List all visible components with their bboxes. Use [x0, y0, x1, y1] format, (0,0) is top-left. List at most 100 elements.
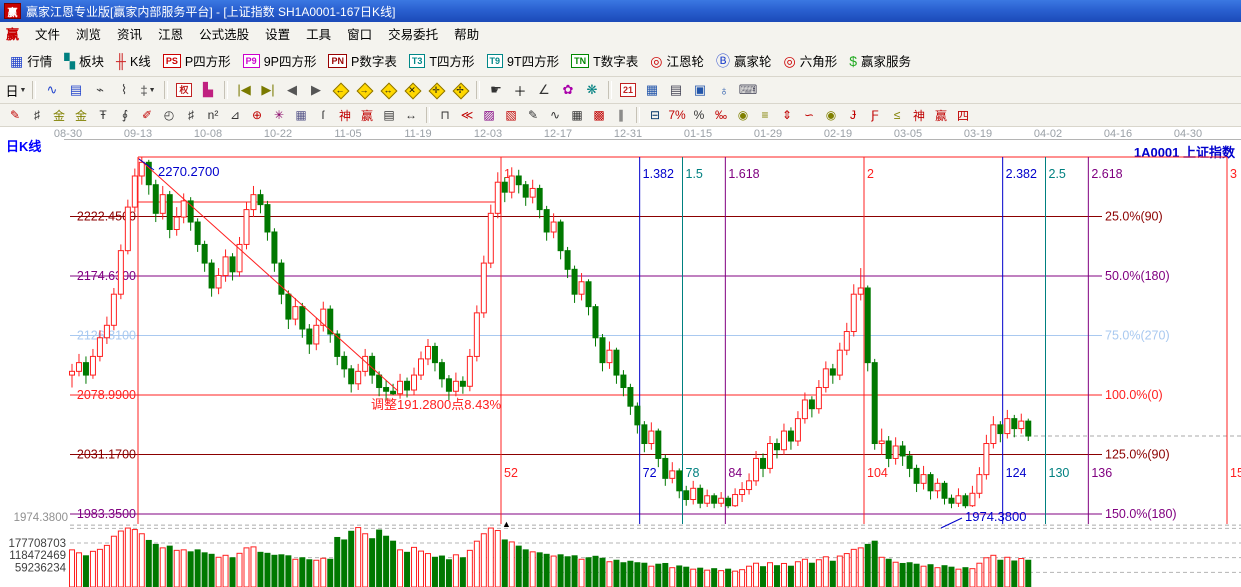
time-clock-button[interactable]: ◴	[158, 105, 180, 125]
square-grid-button[interactable]: ▦	[290, 105, 312, 125]
menu-item-1[interactable]: 浏览	[68, 22, 109, 45]
ex-rights-button[interactable]: 权	[172, 79, 196, 101]
f10-info-button[interactable]: ▤	[64, 79, 88, 101]
menu-item-3[interactable]: 江恩	[150, 22, 191, 45]
ray-fan-button[interactable]: ≪	[456, 105, 478, 125]
menu-item-5[interactable]: 设置	[257, 22, 298, 45]
flower-tool-button[interactable]: ✿	[556, 79, 580, 101]
color-volume-button[interactable]: ▙	[196, 79, 220, 101]
kline-chart[interactable]: 2222.450025.0%(90)2174.630050.0%(180)212…	[0, 140, 1241, 587]
intraday-chart-button[interactable]: ∿	[40, 79, 64, 101]
winner-wheel-button[interactable]: Ⓑ赢家轮	[710, 48, 778, 73]
grid-b-button[interactable]: ▩	[588, 105, 610, 125]
titlebar[interactable]: 赢 赢家江恩专业版[赢家内部服务平台] - [上证指数 SH1A0001-167…	[0, 0, 1241, 22]
menu-item-8[interactable]: 交易委托	[380, 22, 446, 45]
f-tool-button[interactable]: Ŧ	[92, 105, 114, 125]
pct-candle-button[interactable]: 7%	[666, 105, 688, 125]
shen-tool-button[interactable]: 神	[334, 105, 356, 125]
hand-tool-button[interactable]: ☛	[484, 79, 508, 101]
compress-3-button[interactable]: ⌁	[88, 79, 112, 101]
prev-bar-button[interactable]: ◀	[280, 79, 304, 101]
zoom-right-button[interactable]: →	[352, 79, 376, 101]
zoom-h-button[interactable]: ↔	[376, 79, 400, 101]
remote-pc-button[interactable]: ⌨	[736, 79, 760, 101]
p-square-button[interactable]: PSP四方形	[157, 48, 237, 73]
crosshair-tool-button[interactable]: ＋	[508, 79, 532, 101]
ladder-2-button[interactable]: ♯	[180, 105, 202, 125]
span-arrow-button[interactable]: ↔	[400, 105, 422, 125]
wave-a-button[interactable]: ∽	[798, 105, 820, 125]
spiral-button[interactable]: ∮	[114, 105, 136, 125]
ying-line-button[interactable]: 赢	[930, 105, 952, 125]
ying-tool-button[interactable]: 赢	[356, 105, 378, 125]
gate-tool-button[interactable]: ⊓	[434, 105, 456, 125]
menu-item-7[interactable]: 窗口	[339, 22, 380, 45]
zoom-left-button[interactable]: ←	[328, 79, 352, 101]
gold-line-button[interactable]: ≡	[754, 105, 776, 125]
calendar-button[interactable]: 21	[616, 79, 640, 101]
9t-square-button[interactable]: T99T四方形	[481, 48, 566, 73]
box-purple-button[interactable]: ▨	[478, 105, 500, 125]
web-button[interactable]: ♁	[712, 79, 736, 101]
sectors-button[interactable]: ▚板块	[58, 48, 110, 73]
save-button[interactable]: ▣	[688, 79, 712, 101]
menu-item-6[interactable]: 工具	[298, 22, 339, 45]
shen-line-button[interactable]: 神	[908, 105, 930, 125]
t-number-table-button[interactable]: TNT数字表	[565, 48, 644, 73]
gold-gate-1-button[interactable]: 金	[48, 105, 70, 125]
zigzag-button[interactable]: ∿	[544, 105, 566, 125]
compress-9-button[interactable]: ⌇	[112, 79, 136, 101]
j-line-button[interactable]: Ɉ	[842, 105, 864, 125]
memo-button[interactable]: ▤	[664, 79, 688, 101]
k-mark-button[interactable]: ſ	[312, 105, 334, 125]
n-squared-button[interactable]: n²	[202, 105, 224, 125]
angle-flag-button[interactable]: ⊿	[224, 105, 246, 125]
star-grid-button[interactable]: ✳	[268, 105, 290, 125]
hatch-button[interactable]: ∥	[610, 105, 632, 125]
gold-2-button[interactable]: ◉	[820, 105, 842, 125]
brush-button[interactable]: ✎	[4, 105, 26, 125]
pct-line-button[interactable]: ‰	[710, 105, 732, 125]
first-page-button[interactable]: |◀	[232, 79, 256, 101]
menu-item-0[interactable]: 文件	[27, 22, 68, 45]
kline-button[interactable]: ╫K线	[110, 48, 157, 73]
grid-a-button[interactable]: ▦	[566, 105, 588, 125]
updown-pen-button[interactable]: ⇕	[776, 105, 798, 125]
zoom-x-button[interactable]: ✕	[400, 79, 424, 101]
period-select-button[interactable]: 日▼	[4, 79, 28, 101]
calculator-button[interactable]: ▦	[640, 79, 664, 101]
candle-style-button[interactable]: ‡▼	[136, 79, 160, 101]
knot-tool-button[interactable]: ❋	[580, 79, 604, 101]
percent-button[interactable]: %	[688, 105, 710, 125]
next-bar-button[interactable]: ▶	[304, 79, 328, 101]
four-tool-button[interactable]: 四	[952, 105, 974, 125]
gold-gate-2-button[interactable]: 金	[70, 105, 92, 125]
gold-slash-button[interactable]: ≤	[886, 105, 908, 125]
menu-item-2[interactable]: 资讯	[109, 22, 150, 45]
volume-bar	[956, 569, 961, 587]
f-line-button[interactable]: Ƒ	[864, 105, 886, 125]
menu-item-4[interactable]: 公式选股	[191, 22, 257, 45]
box-red-button[interactable]: ▧	[500, 105, 522, 125]
angle-tool-button[interactable]: ∠	[532, 79, 556, 101]
zoom-all-button[interactable]: ✢	[448, 79, 472, 101]
menu-item-9[interactable]: 帮助	[446, 22, 487, 45]
compass-button[interactable]: ⊕	[246, 105, 268, 125]
pen-2-button[interactable]: ✎	[522, 105, 544, 125]
volume-bar	[628, 561, 633, 587]
last-page-button[interactable]: ▶|	[256, 79, 280, 101]
p-number-table-button[interactable]: PNP数字表	[322, 48, 402, 73]
winner-service-button[interactable]: $赢家服务	[843, 48, 917, 73]
red-pen-button[interactable]: ✐	[136, 105, 158, 125]
stats-table-button[interactable]: ⊟	[644, 105, 666, 125]
9p-square-button[interactable]: P99P四方形	[237, 48, 323, 73]
zoom-plus-button[interactable]: ✛	[424, 79, 448, 101]
gold-circle-button[interactable]: ◉	[732, 105, 754, 125]
volume-bar	[677, 566, 682, 587]
quotes-button[interactable]: ▦行情	[4, 48, 58, 73]
ladder-1-button[interactable]: ♯	[26, 105, 48, 125]
gann-wheel-button[interactable]: ◎江恩轮	[644, 48, 710, 73]
hexagon-button[interactable]: ◎六角形	[778, 48, 844, 73]
grid-123-button[interactable]: ▤	[378, 105, 400, 125]
t-square-button[interactable]: T3T四方形	[403, 48, 481, 73]
